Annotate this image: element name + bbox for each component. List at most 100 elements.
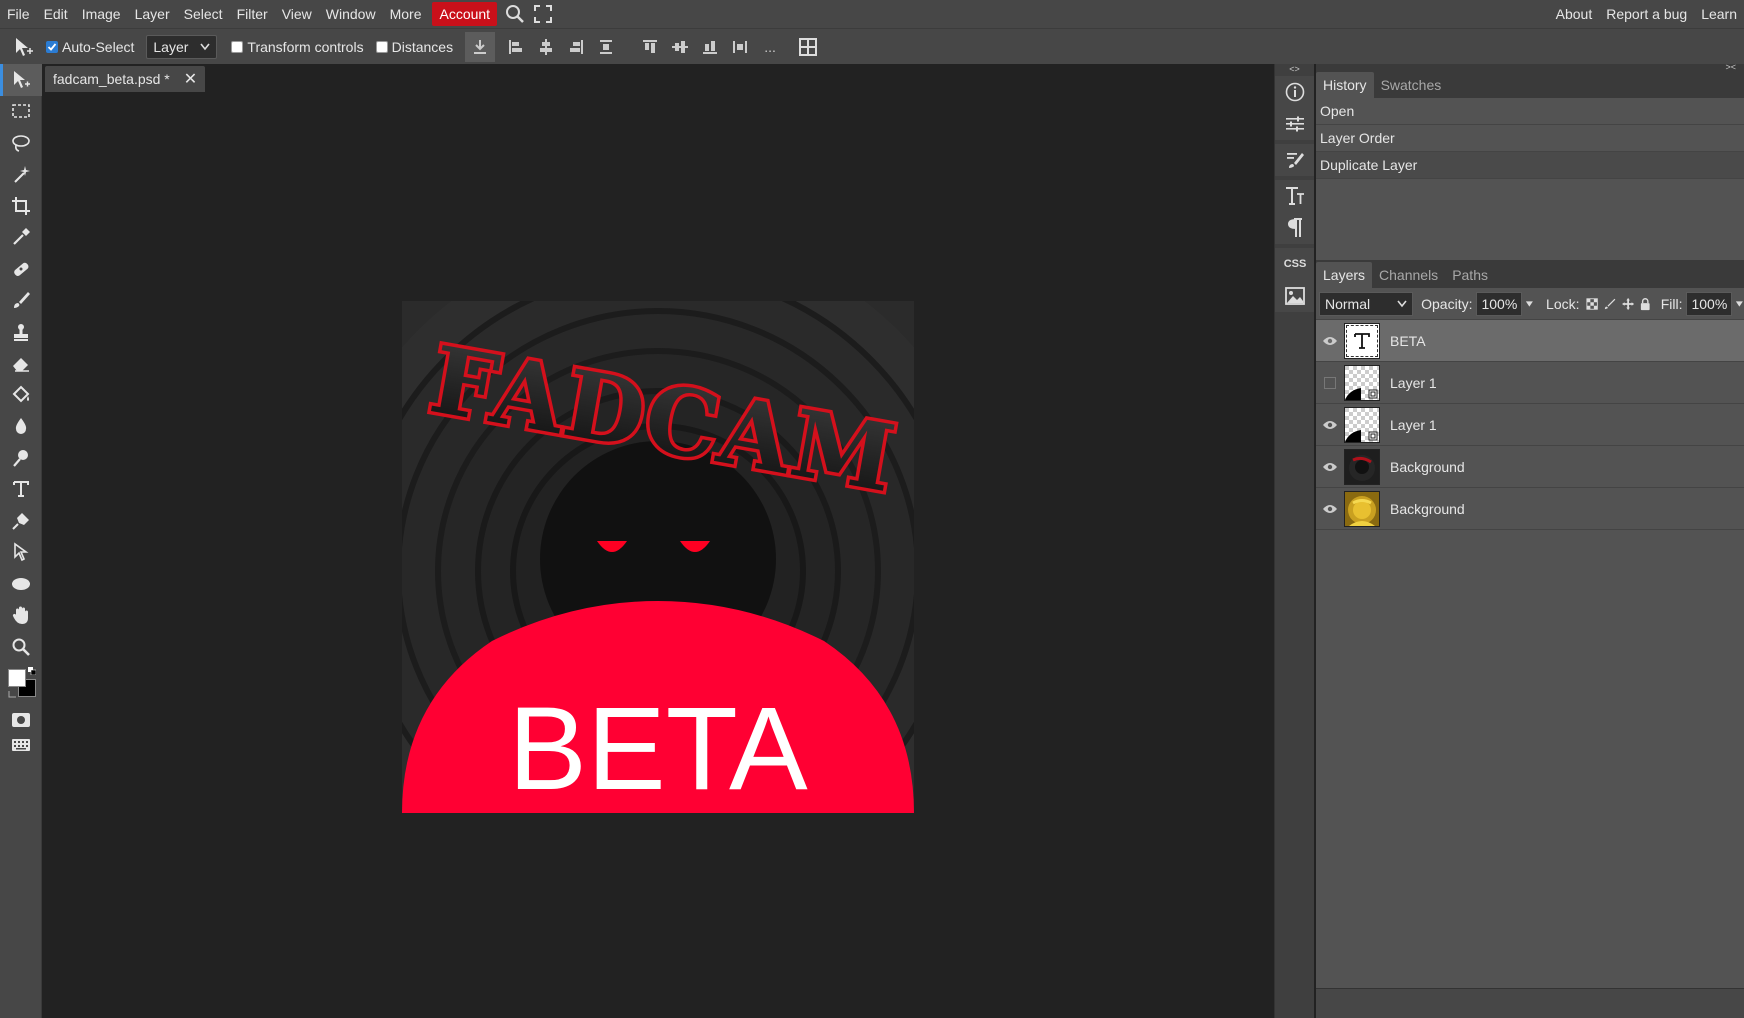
eye-icon[interactable]: [1316, 336, 1344, 346]
dodge-icon: [13, 449, 28, 467]
layer-name: BETA: [1390, 332, 1426, 349]
distribute-v-icon[interactable]: [591, 32, 621, 62]
eye-icon[interactable]: [1316, 504, 1344, 514]
lock-all-icon: [1641, 297, 1650, 310]
shape-tool[interactable]: [0, 568, 42, 600]
align-top-icon[interactable]: [635, 32, 665, 62]
image-panel-icon[interactable]: [1275, 280, 1315, 312]
smart-layer-thumbnail: [1344, 406, 1380, 443]
paragraph-icon[interactable]: [1275, 212, 1315, 244]
lasso-tool[interactable]: [0, 127, 42, 159]
tab-paths[interactable]: Paths: [1445, 262, 1495, 288]
align-left-icon[interactable]: [501, 32, 531, 62]
canvas-area[interactable]: FADCAM BETA: [42, 92, 1274, 1018]
menu-image[interactable]: Image: [75, 0, 128, 28]
adjustments-icon[interactable]: [1275, 108, 1315, 140]
fullscreen-icon[interactable]: [529, 0, 557, 28]
history-item[interactable]: Open: [1316, 98, 1744, 125]
chevron-down-icon: [200, 43, 211, 50]
healing-tool[interactable]: [0, 253, 42, 285]
layer-row[interactable]: Layer 1: [1316, 404, 1744, 446]
align-middle-icon[interactable]: [665, 32, 695, 62]
align-bottom-icon[interactable]: [695, 32, 725, 62]
history-item[interactable]: Duplicate Layer: [1316, 152, 1744, 179]
pen-tool[interactable]: [0, 505, 42, 537]
auto-select-target-value: Layer: [153, 38, 189, 55]
close-icon[interactable]: ✕: [184, 69, 197, 89]
layer-row[interactable]: Layer 1: [1316, 362, 1744, 404]
eyedropper-tool[interactable]: [0, 222, 42, 254]
right-panels: >< History Swatches Open Layer Order Dup…: [1316, 62, 1744, 1018]
eye-icon[interactable]: [1316, 462, 1344, 472]
swap-colors-icon[interactable]: [28, 666, 36, 675]
blur-tool[interactable]: [0, 411, 42, 443]
opacity-input[interactable]: 100%: [1476, 291, 1523, 316]
tab-swatches[interactable]: Swatches: [1374, 72, 1449, 98]
tab-layers[interactable]: Layers: [1316, 262, 1373, 288]
search-icon[interactable]: [501, 0, 529, 28]
layer-row[interactable]: BETA: [1316, 320, 1744, 362]
tab-history[interactable]: History: [1316, 72, 1374, 98]
blend-mode-dropdown[interactable]: Normal: [1319, 291, 1414, 316]
fill-input[interactable]: 100%: [1686, 291, 1733, 316]
download-icon[interactable]: [465, 31, 496, 62]
auto-select-checkbox[interactable]: Auto-Select: [46, 39, 134, 55]
eye-icon[interactable]: [1316, 420, 1344, 430]
visibility-toggle-off[interactable]: [1316, 376, 1344, 389]
info-icon[interactable]: [1275, 76, 1315, 108]
foreground-color[interactable]: [8, 668, 26, 687]
brush-settings-icon[interactable]: [1275, 144, 1315, 176]
menu-layer[interactable]: Layer: [128, 0, 177, 28]
brush-tool[interactable]: [0, 285, 42, 317]
menu-window[interactable]: Window: [319, 0, 383, 28]
menu-filter[interactable]: Filter: [230, 0, 275, 28]
hand-tool[interactable]: [0, 600, 42, 632]
path-select-tool[interactable]: [0, 537, 42, 569]
grid-icon[interactable]: [793, 32, 823, 62]
document-title: fadcam_beta.psd *: [53, 71, 170, 87]
zoom-tool[interactable]: [0, 631, 42, 663]
tab-channels[interactable]: Channels: [1372, 262, 1445, 288]
menu-view[interactable]: View: [275, 0, 319, 28]
auto-select-target-dropdown[interactable]: Layer: [146, 34, 218, 59]
menu-select[interactable]: Select: [177, 0, 230, 28]
magic-wand-tool[interactable]: [0, 159, 42, 191]
character-panel-icon[interactable]: [1275, 180, 1315, 212]
distribute-h-icon[interactable]: [725, 32, 755, 62]
layer-row[interactable]: Background: [1316, 488, 1744, 530]
history-item[interactable]: Layer Order: [1316, 125, 1744, 152]
menu-about[interactable]: About: [1549, 0, 1600, 28]
move-tool[interactable]: [0, 64, 42, 96]
type-tool[interactable]: [0, 474, 42, 506]
document-tab[interactable]: fadcam_beta.psd * ✕: [45, 66, 206, 92]
expand-panels-toggle[interactable]: <>: [1275, 64, 1314, 74]
document-artwork[interactable]: FADCAM BETA: [402, 301, 914, 813]
menu-file[interactable]: File: [0, 0, 37, 28]
stamp-tool[interactable]: [0, 316, 42, 348]
layer-name: Layer 1: [1390, 374, 1437, 391]
css-panel-button[interactable]: CSS: [1275, 248, 1315, 280]
more-align-options[interactable]: ...: [755, 32, 785, 62]
dodge-tool[interactable]: [0, 442, 42, 474]
menu-learn[interactable]: Learn: [1694, 0, 1744, 28]
keyboard-button[interactable]: [0, 733, 42, 757]
magic-wand-icon: [14, 166, 30, 183]
align-center-h-icon[interactable]: [531, 32, 561, 62]
path-select-icon: [14, 542, 29, 562]
color-swatches[interactable]: [0, 663, 42, 707]
reset-colors-icon[interactable]: [8, 689, 18, 699]
align-right-icon[interactable]: [561, 32, 591, 62]
menu-edit[interactable]: Edit: [37, 0, 75, 28]
marquee-tool[interactable]: [0, 96, 42, 128]
layer-row[interactable]: Background: [1316, 446, 1744, 488]
collapse-panels-toggle[interactable]: ><: [1725, 62, 1736, 72]
eraser-tool[interactable]: [0, 348, 42, 380]
transform-controls-checkbox[interactable]: Transform controls: [231, 39, 364, 55]
distances-checkbox[interactable]: Distances: [375, 39, 453, 55]
menu-more[interactable]: More: [383, 0, 429, 28]
crop-tool[interactable]: [0, 190, 42, 222]
account-button[interactable]: Account: [432, 2, 498, 26]
bucket-tool[interactable]: [0, 379, 42, 411]
menu-report-bug[interactable]: Report a bug: [1599, 0, 1694, 28]
quick-mask-button[interactable]: [0, 707, 42, 733]
